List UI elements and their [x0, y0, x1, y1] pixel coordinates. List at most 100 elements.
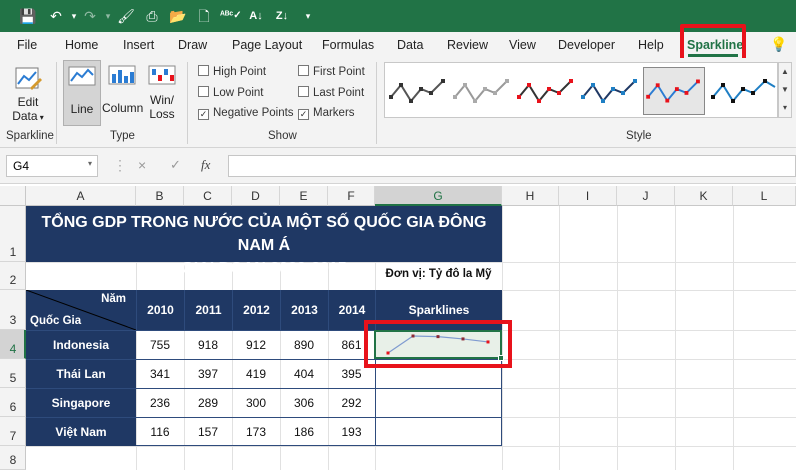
row-header-2[interactable]: 2 — [0, 262, 26, 290]
column-header-f[interactable]: F — [328, 186, 375, 206]
data-cell[interactable]: 173 — [232, 425, 280, 439]
enter-icon[interactable]: ✓ — [170, 157, 181, 173]
country-singapore[interactable]: Singapore — [26, 388, 136, 417]
data-cell[interactable]: 918 — [184, 338, 232, 352]
row-header-4[interactable]: 4 — [0, 330, 26, 359]
tab-draw[interactable]: Draw — [178, 38, 207, 52]
country-viet-nam[interactable]: Việt Nam — [26, 417, 136, 446]
high-point-checkbox[interactable]: High Point — [198, 65, 266, 78]
last-point-checkbox[interactable]: Last Point — [298, 86, 364, 99]
row-header-5[interactable]: 5 — [0, 359, 26, 388]
low-point-checkbox[interactable]: Low Point — [198, 86, 264, 99]
column-type-button[interactable]: Column — [102, 64, 143, 115]
data-cell[interactable]: 397 — [184, 367, 232, 381]
tab-developer[interactable]: Developer — [558, 38, 615, 52]
sort-asc-icon[interactable]: A↓ — [246, 6, 266, 26]
style-swatch-5-selected[interactable] — [643, 67, 705, 115]
tab-review[interactable]: Review — [447, 38, 488, 52]
edit-data-button[interactable]: Edit Data ▾ — [6, 64, 50, 125]
data-cell[interactable]: 755 — [136, 338, 184, 352]
data-cell[interactable]: 292 — [328, 396, 375, 410]
tab-data[interactable]: Data — [397, 38, 423, 52]
customize-icon[interactable]: ▾ — [298, 6, 318, 26]
header-year-2011[interactable]: 2011 — [184, 290, 232, 330]
row-header-7[interactable]: 7 — [0, 417, 26, 446]
header-year-2012[interactable]: 2012 — [232, 290, 280, 330]
function-icon[interactable]: fx — [201, 157, 210, 173]
sort-desc-icon[interactable]: Z↓ — [272, 6, 292, 26]
data-cell[interactable]: 157 — [184, 425, 232, 439]
gallery-scrollbar[interactable]: ▲ ▼ ▾ — [778, 62, 792, 118]
column-header-k[interactable]: K — [675, 186, 733, 206]
unit-label[interactable]: Đơn vị: Tỷ đô la Mỹ — [375, 268, 502, 280]
data-cell[interactable]: 193 — [328, 425, 375, 439]
chevron-down-icon[interactable]: ▾ — [88, 159, 92, 168]
column-header-l[interactable]: L — [733, 186, 796, 206]
win-loss-type-button[interactable]: Win/ Loss — [144, 64, 180, 121]
data-cell[interactable]: 912 — [232, 338, 280, 352]
print-preview-icon[interactable]: ⎙ — [142, 6, 162, 26]
column-header-c[interactable]: C — [184, 186, 232, 206]
data-cell[interactable]: 419 — [232, 367, 280, 381]
tab-file[interactable]: File — [17, 38, 37, 52]
style-swatch-6[interactable] — [709, 67, 777, 115]
cancel-icon[interactable]: × — [138, 157, 146, 173]
new-file-icon[interactable]: 🗋 — [194, 6, 214, 26]
data-cell[interactable]: 306 — [280, 396, 328, 410]
select-all-button[interactable] — [0, 186, 26, 206]
data-cell[interactable]: 289 — [184, 396, 232, 410]
tab-page-layout[interactable]: Page Layout — [232, 38, 302, 52]
style-swatch-1[interactable] — [387, 67, 449, 115]
country-indonesia[interactable]: Indonesia — [26, 330, 136, 359]
tab-view[interactable]: View — [509, 38, 536, 52]
column-header-b[interactable]: B — [136, 186, 184, 206]
style-swatch-3[interactable] — [515, 67, 577, 115]
markers-checkbox[interactable]: ✓ Markers — [298, 107, 355, 120]
data-cell[interactable]: 116 — [136, 425, 184, 439]
tab-home[interactable]: Home — [65, 38, 98, 52]
header-year-2013[interactable]: 2013 — [280, 290, 328, 330]
data-cell[interactable]: 890 — [280, 338, 328, 352]
style-swatch-2[interactable] — [451, 67, 513, 115]
negative-points-checkbox[interactable]: ✓ Negative Points — [198, 107, 294, 120]
data-cell[interactable]: 300 — [232, 396, 280, 410]
formula-input[interactable] — [228, 155, 796, 177]
open-folder-icon[interactable]: 📂 — [168, 6, 188, 26]
column-header-j[interactable]: J — [617, 186, 675, 206]
tab-formulas[interactable]: Formulas — [322, 38, 374, 52]
redo-dropdown-icon[interactable]: ▾ — [98, 6, 118, 26]
data-cell[interactable]: 395 — [328, 367, 375, 381]
column-header-a[interactable]: A — [26, 186, 136, 206]
first-point-checkbox[interactable]: First Point — [298, 65, 365, 78]
data-cell[interactable]: 341 — [136, 367, 184, 381]
column-header-i[interactable]: I — [559, 186, 617, 206]
column-header-e[interactable]: E — [280, 186, 328, 206]
name-box[interactable]: G4 ▾ — [6, 155, 98, 177]
column-header-g[interactable]: G — [375, 186, 502, 206]
save-icon[interactable]: 💾 — [18, 6, 38, 26]
column-header-d[interactable]: D — [232, 186, 280, 206]
data-cell[interactable]: 404 — [280, 367, 328, 381]
row-header-3[interactable]: 3 — [0, 290, 26, 330]
header-year-country[interactable]: Năm Quốc Gia — [26, 290, 136, 330]
paint-icon[interactable]: 🖌 — [116, 6, 136, 26]
redo-icon[interactable]: ↷ — [80, 6, 100, 26]
scroll-up-icon[interactable]: ▲ — [779, 63, 791, 81]
style-swatch-4[interactable] — [579, 67, 641, 115]
lightbulb-icon[interactable]: 💡 — [770, 36, 787, 53]
country-thai-lan[interactable]: Thái Lan — [26, 359, 136, 388]
row-header-6[interactable]: 6 — [0, 388, 26, 417]
data-cell[interactable]: 236 — [136, 396, 184, 410]
scroll-down-icon[interactable]: ▼ — [779, 81, 791, 99]
line-type-button[interactable]: Line — [63, 60, 101, 126]
tab-help[interactable]: Help — [638, 38, 664, 52]
column-header-h[interactable]: H — [502, 186, 559, 206]
undo-icon[interactable]: ↶ — [46, 6, 66, 26]
gallery-expand-icon[interactable]: ▾ — [779, 99, 791, 117]
header-year-2010[interactable]: 2010 — [136, 290, 184, 330]
row-header-8[interactable]: 8 — [0, 446, 26, 470]
spelling-icon[interactable]: ᴬᴮᶜ✓ — [220, 6, 242, 26]
tab-insert[interactable]: Insert — [123, 38, 154, 52]
sheet-title[interactable]: TỔNG GDP TRONG NƯỚC CỦA MỘT SỐ QUỐC GIA … — [26, 206, 502, 277]
row-header-1[interactable]: 1 — [0, 206, 26, 262]
